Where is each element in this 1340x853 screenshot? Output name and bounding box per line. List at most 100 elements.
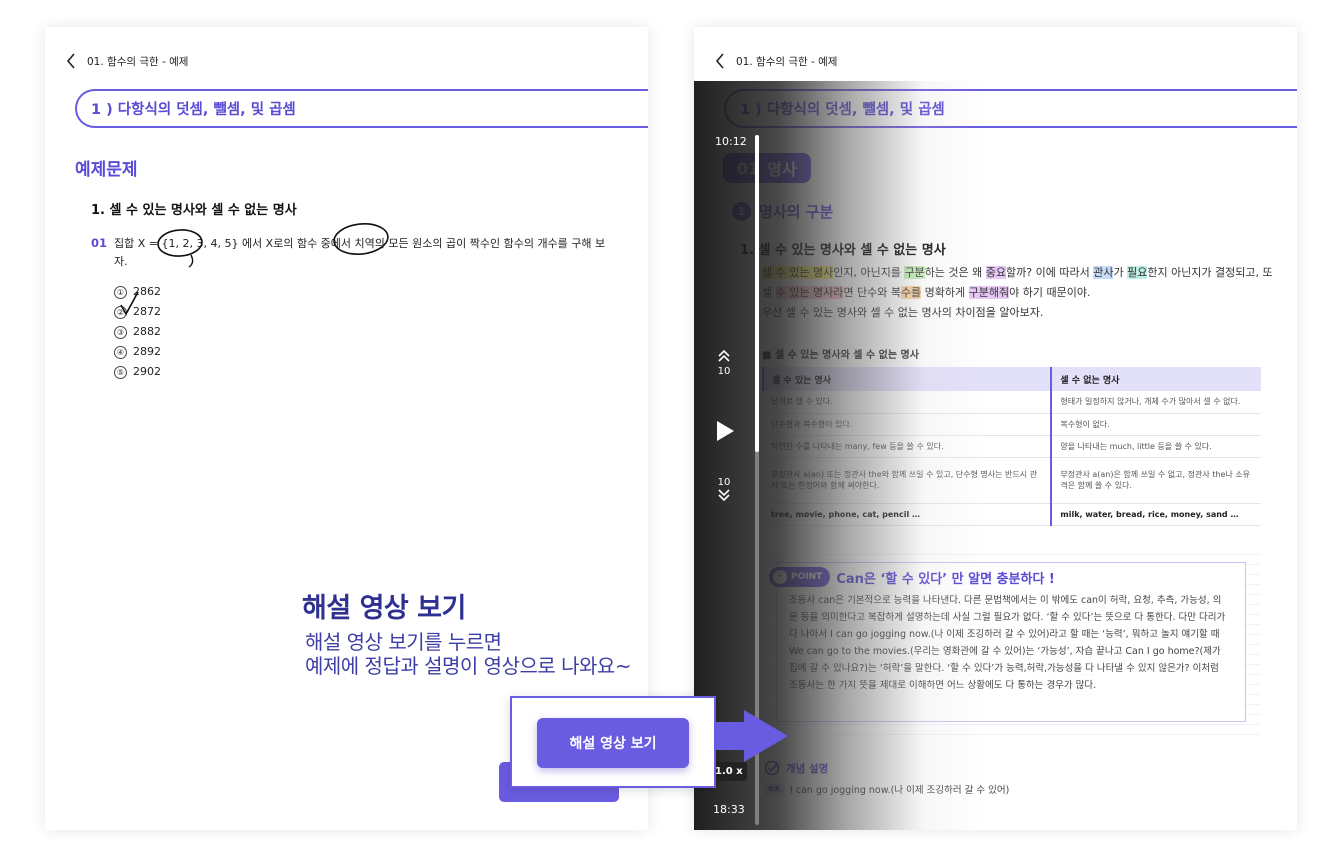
watch-explanation-video-button[interactable]: 해설 영상 보기 — [537, 718, 689, 768]
rewind-seconds: 10 — [717, 366, 731, 377]
table-cell: 단수형과 복수형이 있다. — [763, 413, 1052, 436]
highlight: 중요 — [985, 266, 1007, 279]
forward-button[interactable]: 10 — [716, 477, 732, 505]
point-header: ⚡ POINT Can은 ‘할 수 있다’ 만 알면 충분하다 ! — [769, 567, 1055, 587]
text: 가 — [1113, 266, 1128, 279]
lightning-icon: ⚡ — [773, 570, 787, 584]
forward-seconds: 10 — [717, 477, 731, 488]
back-arrow-icon[interactable] — [59, 49, 83, 73]
point-body: 조동사 can은 기본적으로 능력을 나타낸다. 다른 문법책에서는 이 밖에도… — [789, 595, 1226, 691]
highlight: 수 있는 명사라 — [775, 286, 844, 299]
callout-line-1: 해설 영상 보기를 누르면 — [305, 630, 502, 654]
breadcrumb: 01. 함수의 극한 - 예제 — [736, 55, 838, 68]
callout-line-2: 예제에 정답과 설명이 영상으로 나와요~ — [305, 654, 632, 678]
table-row: 낱개로 셀 수 있다. 형태가 일정하지 않거나, 개체 수가 많아서 셀 수 … — [763, 391, 1261, 414]
playback-speed[interactable]: 1.0 x — [711, 762, 747, 781]
double-chevron-up-icon — [718, 349, 730, 362]
table-cell: 막연한 수를 나타내는 many, few 등을 쓸 수 있다. — [763, 435, 1052, 458]
example-line: ex I can go jogging now.(나 이제 조깅하러 갈 수 있… — [764, 782, 1009, 796]
question-number: 01 — [91, 236, 108, 250]
arrow-right-icon — [714, 710, 788, 762]
choice-4[interactable]: ④ 2892 — [114, 342, 161, 362]
text: 인지, 아닌지를 — [833, 266, 905, 279]
text: 우선 셀 수 있는 명사와 셀 수 없는 명사의 차이점을 알아보자. — [762, 306, 1044, 319]
choice-mark: ③ — [114, 325, 127, 339]
callout-title: 해설 영상 보기 — [302, 593, 466, 624]
total-time: 18:33 — [713, 803, 745, 816]
highlight: 관사 — [1093, 266, 1114, 279]
play-button[interactable] — [715, 420, 735, 442]
text: 하는 것은 왜 — [924, 266, 986, 279]
choice-mark: ② — [114, 305, 127, 319]
top-bar: 01. 함수의 극한 - 예제 — [694, 49, 837, 73]
question-text: 집합 X = {1, 2, 3, 4, 5} 에서 X로의 함수 중에서 치역의… — [114, 237, 606, 268]
lesson-paragraph: 셀 수 있는 명사인지, 아닌지를 구분하는 것은 왜 중요할까? 이에 따라서… — [762, 263, 1282, 323]
point-title: Can은 ‘할 수 있다’ 만 알면 충분하다 ! — [836, 571, 1055, 587]
table-cell: 형태가 일정하지 않거나, 개체 수가 많아서 셀 수 없다. — [1050, 391, 1261, 414]
text: 면 단수와 복 — [843, 286, 901, 299]
choice-mark: ⑤ — [114, 365, 127, 379]
table-cell: 복수형이 없다. — [1050, 413, 1261, 436]
choice-5[interactable]: ⑤ 2902 — [114, 362, 161, 382]
example-heading: 예제문제 — [75, 160, 138, 180]
table-header-row: 셀 수 있는 명사 셀 수 없는 명사 — [761, 367, 1261, 391]
back-arrow-icon[interactable] — [708, 49, 732, 73]
callout-description: 해설 영상 보기를 누르면 예제에 정답과 설명이 영상으로 나와요~ — [305, 630, 632, 678]
table-row: 막연한 수를 나타내는 many, few 등을 쓸 수 있다. 양을 나타내는… — [763, 435, 1261, 458]
text: 야 하기 때문이야. — [1009, 286, 1091, 299]
table-header: 셀 수 있는 명사 — [761, 367, 1052, 391]
rewind-button[interactable]: 10 — [716, 349, 732, 377]
question-title: 1. 셀 수 있는 명사와 셀 수 없는 명사 — [740, 243, 946, 258]
table-cell: milk, water, bread, rice, money, sand … — [1050, 503, 1261, 526]
choice-value: 2902 — [133, 365, 161, 378]
sub-heading: 1 명사의 구분 — [732, 201, 833, 222]
section-title: 1 ) 다항식의 덧셈, 뺄셈, 및 곱셈 — [724, 89, 1297, 128]
choice-value: 2862 — [133, 285, 161, 298]
section-title: 1 ) 다항식의 덧셈, 뺄셈, 및 곱셈 — [75, 89, 648, 128]
chapter-badge: 01 명사 — [723, 153, 811, 183]
question-title: 1. 셀 수 있는 명사와 셀 수 없는 명사 — [91, 203, 297, 218]
play-icon — [717, 421, 734, 441]
sub-heading-text: 명사의 구분 — [759, 203, 834, 221]
point-tag-label: POINT — [791, 572, 823, 582]
breadcrumb: 01. 함수의 극한 - 예제 — [87, 55, 189, 68]
choice-value: 2872 — [133, 305, 161, 318]
noun-comparison-table: 셀 수 있는 명사 셀 수 없는 명사 낱개로 셀 수 있다. 형태가 일정하지… — [761, 367, 1261, 526]
example-tag: ex — [764, 783, 784, 795]
table-cell: 양을 나타내는 much, little 등을 쓸 수 있다. — [1050, 435, 1261, 458]
answer-choices: ① 2862 ② 2872 ③ 2882 ④ 2892 ⑤ 2902 — [114, 282, 161, 382]
choice-1[interactable]: ① 2862 — [114, 282, 161, 302]
choice-value: 2892 — [133, 345, 161, 358]
table-cell: 낱개로 셀 수 있다. — [763, 391, 1052, 414]
highlight: 구분 — [904, 266, 925, 279]
highlight: 필요 — [1127, 266, 1148, 279]
point-tag: ⚡ POINT — [769, 567, 831, 587]
table-row: tree, movie, phone, cat, pencil … milk, … — [763, 503, 1261, 526]
chapter-label: 명사 — [767, 160, 797, 179]
text: 할까? 이에 따라서 — [1006, 266, 1094, 279]
table-cell: tree, movie, phone, cat, pencil … — [763, 503, 1052, 526]
concept-label: 개념 설명 — [786, 762, 829, 775]
example-text: I can go jogging now.(나 이제 조깅하러 갈 수 있어) — [789, 785, 1010, 796]
text: 명확하게 — [921, 286, 969, 299]
table-row: 단수형과 복수형이 있다. 복수형이 없다. — [763, 413, 1261, 436]
progress-fill — [755, 135, 759, 453]
point-box: ⚡ POINT Can은 ‘할 수 있다’ 만 알면 충분하다 ! 조동사 can… — [761, 547, 1261, 735]
choice-value: 2882 — [133, 325, 161, 338]
highlight: 구분해줘 — [968, 286, 1010, 299]
highlight: 수를 — [900, 286, 922, 299]
choice-3[interactable]: ③ 2882 — [114, 322, 161, 342]
choice-2[interactable]: ② 2872 — [114, 302, 161, 322]
top-bar: 01. 함수의 극한 - 예제 — [45, 49, 188, 73]
table-cell: 부정관사 a(an) 또는 정관사 the와 함께 쓰일 수 있고, 단수형 명… — [763, 457, 1052, 504]
current-time: 10:12 — [715, 135, 747, 148]
choice-mark: ① — [114, 285, 127, 299]
sub-number: 1 — [732, 202, 751, 221]
table-header: 셀 수 없는 명사 — [1050, 367, 1261, 391]
highlight: 셀 수 있는 명사 — [762, 266, 834, 279]
table-title: ■ 셀 수 있는 명사와 셀 수 없는 명사 — [762, 350, 919, 361]
double-chevron-down-icon — [718, 489, 730, 502]
table-row: 부정관사 a(an) 또는 정관사 the와 함께 쓰일 수 있고, 단수형 명… — [763, 457, 1261, 504]
table-cell: 부정관사 a(an)은 함께 쓰일 수 없고, 정관사 the나 소유격은 함께… — [1050, 457, 1261, 504]
choice-mark: ④ — [114, 345, 127, 359]
